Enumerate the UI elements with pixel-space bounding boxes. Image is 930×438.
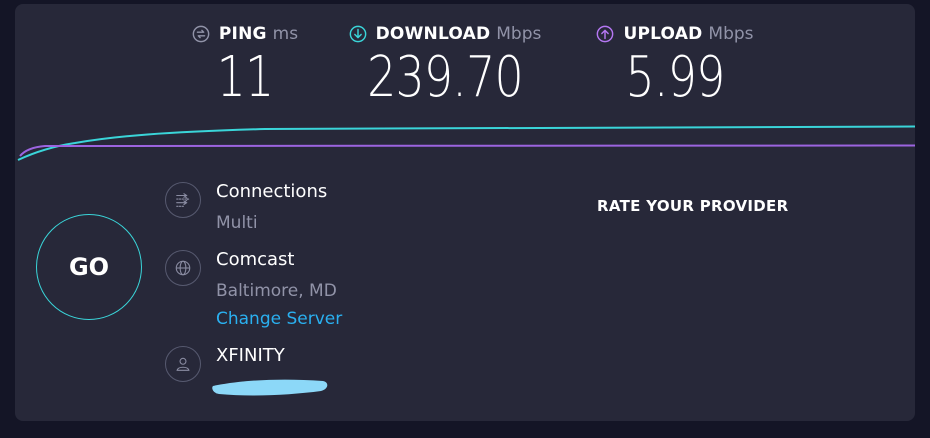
download-value: 239.70 bbox=[367, 45, 524, 110]
ping-unit: ms bbox=[272, 24, 299, 44]
upload-value: 5.99 bbox=[625, 45, 726, 110]
upload-unit: Mbps bbox=[708, 24, 754, 44]
globe-icon bbox=[165, 250, 201, 286]
ping-header: PING ms bbox=[185, 22, 305, 46]
download-graph-line bbox=[17, 125, 915, 161]
download-metric: DOWNLOAD Mbps 239.70 bbox=[340, 22, 550, 108]
ping-icon bbox=[192, 25, 210, 43]
connections-value: Multi bbox=[216, 213, 258, 233]
ping-label: PING bbox=[218, 24, 267, 44]
download-label: DOWNLOAD bbox=[375, 24, 491, 44]
speed-graph bbox=[17, 125, 915, 161]
connections-icon bbox=[165, 182, 201, 218]
upload-arrow-icon bbox=[597, 25, 614, 43]
ping-value: 11 bbox=[216, 45, 275, 110]
upload-graph-line bbox=[19, 144, 915, 157]
server-location: Baltimore, MD bbox=[216, 281, 337, 301]
upload-header: UPLOAD Mbps bbox=[585, 22, 765, 46]
upload-label: UPLOAD bbox=[623, 24, 703, 44]
connections-title: Connections bbox=[216, 181, 328, 202]
change-server-link[interactable]: Change Server bbox=[216, 309, 342, 329]
ping-metric: PING ms 11 bbox=[185, 22, 305, 108]
redaction-scribble bbox=[212, 379, 328, 396]
download-unit: Mbps bbox=[496, 24, 542, 44]
speedtest-panel: PING ms 11 DOWNLOAD Mbps 239.70 UPLOAD M… bbox=[15, 4, 915, 421]
user-icon bbox=[165, 346, 201, 382]
download-header: DOWNLOAD Mbps bbox=[340, 22, 550, 46]
upload-metric: UPLOAD Mbps 5.99 bbox=[585, 22, 765, 108]
rate-your-provider-heading: RATE YOUR PROVIDER bbox=[597, 197, 789, 215]
provider-name: XFINITY bbox=[216, 345, 285, 366]
server-title: Comcast bbox=[216, 249, 295, 270]
download-arrow-icon bbox=[349, 25, 366, 43]
go-button-label: GO bbox=[68, 253, 110, 281]
go-button[interactable]: GO bbox=[36, 214, 142, 320]
